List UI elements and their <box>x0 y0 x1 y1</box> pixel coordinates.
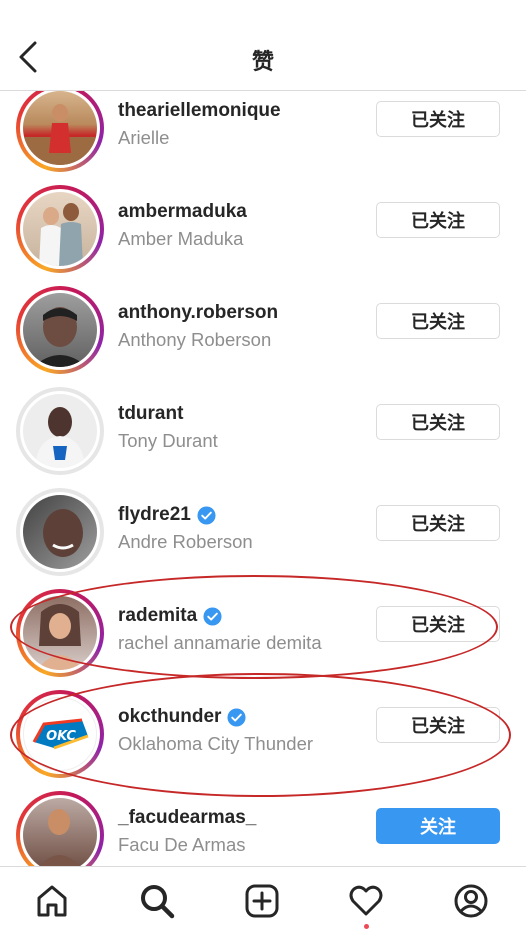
avatar[interactable] <box>16 387 104 475</box>
full-name: Amber Maduka <box>118 228 244 249</box>
following-button[interactable]: 已关注 <box>376 303 500 339</box>
svg-text:OKC: OKC <box>46 729 76 744</box>
following-button[interactable]: 已关注 <box>376 101 500 137</box>
full-name: Facu De Armas <box>118 834 246 855</box>
list-item[interactable]: flydre21 Andre Roberson 已关注 <box>0 488 526 589</box>
list-item[interactable]: OKC okcthunder Oklahoma City Thunder 已关注 <box>0 690 526 791</box>
avatar[interactable]: OKC <box>16 690 104 778</box>
activity-icon <box>349 885 383 916</box>
username[interactable]: okcthunder <box>118 706 246 728</box>
user-photo-icon <box>37 604 83 670</box>
full-name: Arielle <box>118 127 170 148</box>
verified-badge-icon <box>227 707 246 727</box>
list-item[interactable]: tdurant Tony Durant 已关注 <box>0 387 526 488</box>
list-item[interactable]: ambermaduka Amber Maduka 已关注 <box>0 185 526 286</box>
following-button[interactable]: 已关注 <box>376 404 500 440</box>
tab-home[interactable] <box>32 881 72 921</box>
list-item[interactable]: theariellemonique Arielle 已关注 <box>0 91 526 185</box>
follow-button[interactable]: 关注 <box>376 808 500 844</box>
user-photo-icon <box>33 307 87 367</box>
following-button[interactable]: 已关注 <box>376 707 500 743</box>
username[interactable]: rademita <box>118 605 222 627</box>
username[interactable]: ambermaduka <box>118 201 247 223</box>
username[interactable]: flydre21 <box>118 504 216 526</box>
full-name: rachel annamarie demita <box>118 632 322 653</box>
user-photo-icon <box>39 203 83 266</box>
user-photo-icon <box>23 104 97 165</box>
list-item[interactable]: anthony.roberson Anthony Roberson 已关注 <box>0 286 526 387</box>
bottom-tab-bar <box>0 866 526 934</box>
tab-new-post[interactable] <box>242 881 282 921</box>
page-title: 赞 <box>251 50 274 75</box>
tab-activity[interactable] <box>346 881 386 921</box>
user-photo-icon <box>35 407 85 468</box>
search-icon <box>141 885 175 919</box>
username[interactable]: theariellemonique <box>118 100 281 122</box>
full-name: Tony Durant <box>118 430 218 451</box>
verified-badge-icon <box>203 606 222 626</box>
full-name: Oklahoma City Thunder <box>118 733 314 754</box>
top-nav-bar: 赞 <box>0 0 526 91</box>
following-button[interactable]: 已关注 <box>376 606 500 642</box>
team-logo-icon: OKC <box>32 718 89 750</box>
list-item[interactable]: _facudearmas_ Facu De Armas 关注 <box>0 791 526 867</box>
verified-badge-icon <box>197 505 216 525</box>
avatar[interactable] <box>16 488 104 576</box>
full-name: Andre Roberson <box>118 531 253 552</box>
user-photo-icon <box>43 509 83 557</box>
tab-profile[interactable] <box>451 881 491 921</box>
notification-dot <box>364 924 369 929</box>
avatar[interactable] <box>16 286 104 374</box>
home-icon <box>37 885 67 917</box>
avatar[interactable] <box>16 791 104 867</box>
username[interactable]: anthony.roberson <box>118 302 278 324</box>
following-button[interactable]: 已关注 <box>376 202 500 238</box>
username[interactable]: tdurant <box>118 403 183 425</box>
profile-icon <box>454 884 488 918</box>
avatar[interactable] <box>16 589 104 677</box>
following-button[interactable]: 已关注 <box>376 505 500 541</box>
likes-list[interactable]: theariellemonique Arielle 已关注 ambermaduk… <box>0 91 526 867</box>
username[interactable]: _facudearmas_ <box>118 807 256 829</box>
tab-search[interactable] <box>137 881 177 921</box>
user-photo-icon <box>38 809 81 867</box>
avatar[interactable] <box>16 185 104 273</box>
new-post-icon <box>245 884 279 918</box>
avatar[interactable] <box>16 91 104 172</box>
list-item[interactable]: rademita rachel annamarie demita 已关注 <box>0 589 526 690</box>
full-name: Anthony Roberson <box>118 329 272 350</box>
